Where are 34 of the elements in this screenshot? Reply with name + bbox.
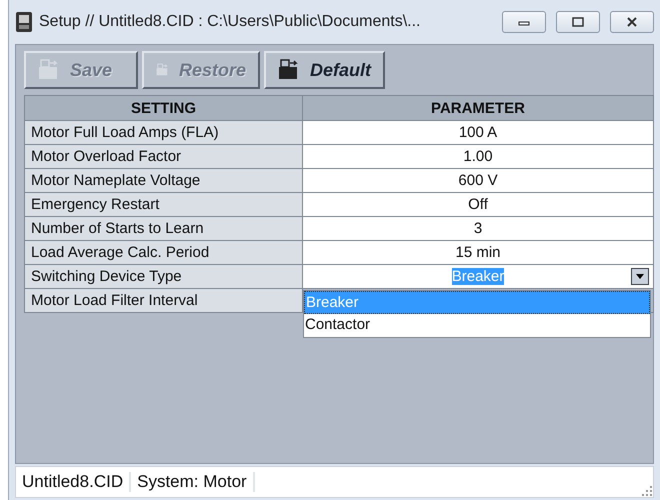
close-button[interactable]: [610, 11, 654, 33]
dropdown-option[interactable]: Contactor: [304, 314, 650, 335]
table-cell: Motor Nameplate Voltage: [24, 168, 302, 192]
resize-grip-icon: [641, 485, 653, 497]
table-cell: Load Average Calc. Period: [24, 240, 302, 264]
table-cell: Motor Full Load Amps (FLA): [24, 120, 302, 144]
table-cell: 100 A: [302, 120, 654, 144]
status-text: Untitled8.CID: [16, 472, 132, 492]
app-icon: [15, 11, 33, 33]
table-cell: Motor Load Filter Interval: [24, 288, 302, 312]
table-cell: Emergency Restart: [24, 192, 302, 216]
table-cell: 1.00: [302, 144, 654, 168]
status-text: System: Motor: [131, 472, 255, 492]
column-header: SETTING: [24, 96, 302, 120]
table-cell: Switching Device Type: [24, 264, 302, 288]
document-arrow-icon: [38, 59, 60, 81]
column-header: PARAMETER: [302, 96, 654, 120]
table-cell: Off: [302, 192, 654, 216]
close-icon: [625, 17, 639, 27]
table-cell: 600 V: [302, 168, 654, 192]
table-cell: Number of Starts to Learn: [24, 216, 302, 240]
document-arrow-icon: [278, 59, 300, 81]
caret-down-icon: [636, 274, 644, 279]
table-cell: 15 min: [302, 240, 654, 264]
dropdown-button[interactable]: [631, 268, 649, 285]
minimize-button[interactable]: [502, 11, 546, 33]
dropdown-option[interactable]: Breaker: [304, 291, 650, 314]
dropdown-value[interactable]: Breaker: [452, 268, 504, 285]
maximize-icon: [571, 17, 585, 27]
default-button[interactable]: Default: [264, 51, 386, 89]
table-cell: 3: [302, 216, 654, 240]
window-title: Setup // Untitled8.CID : C:\Users\Public\Documents\...: [39, 13, 422, 31]
table-cell: Motor Overload Factor: [24, 144, 302, 168]
maximize-button[interactable]: [556, 11, 600, 33]
